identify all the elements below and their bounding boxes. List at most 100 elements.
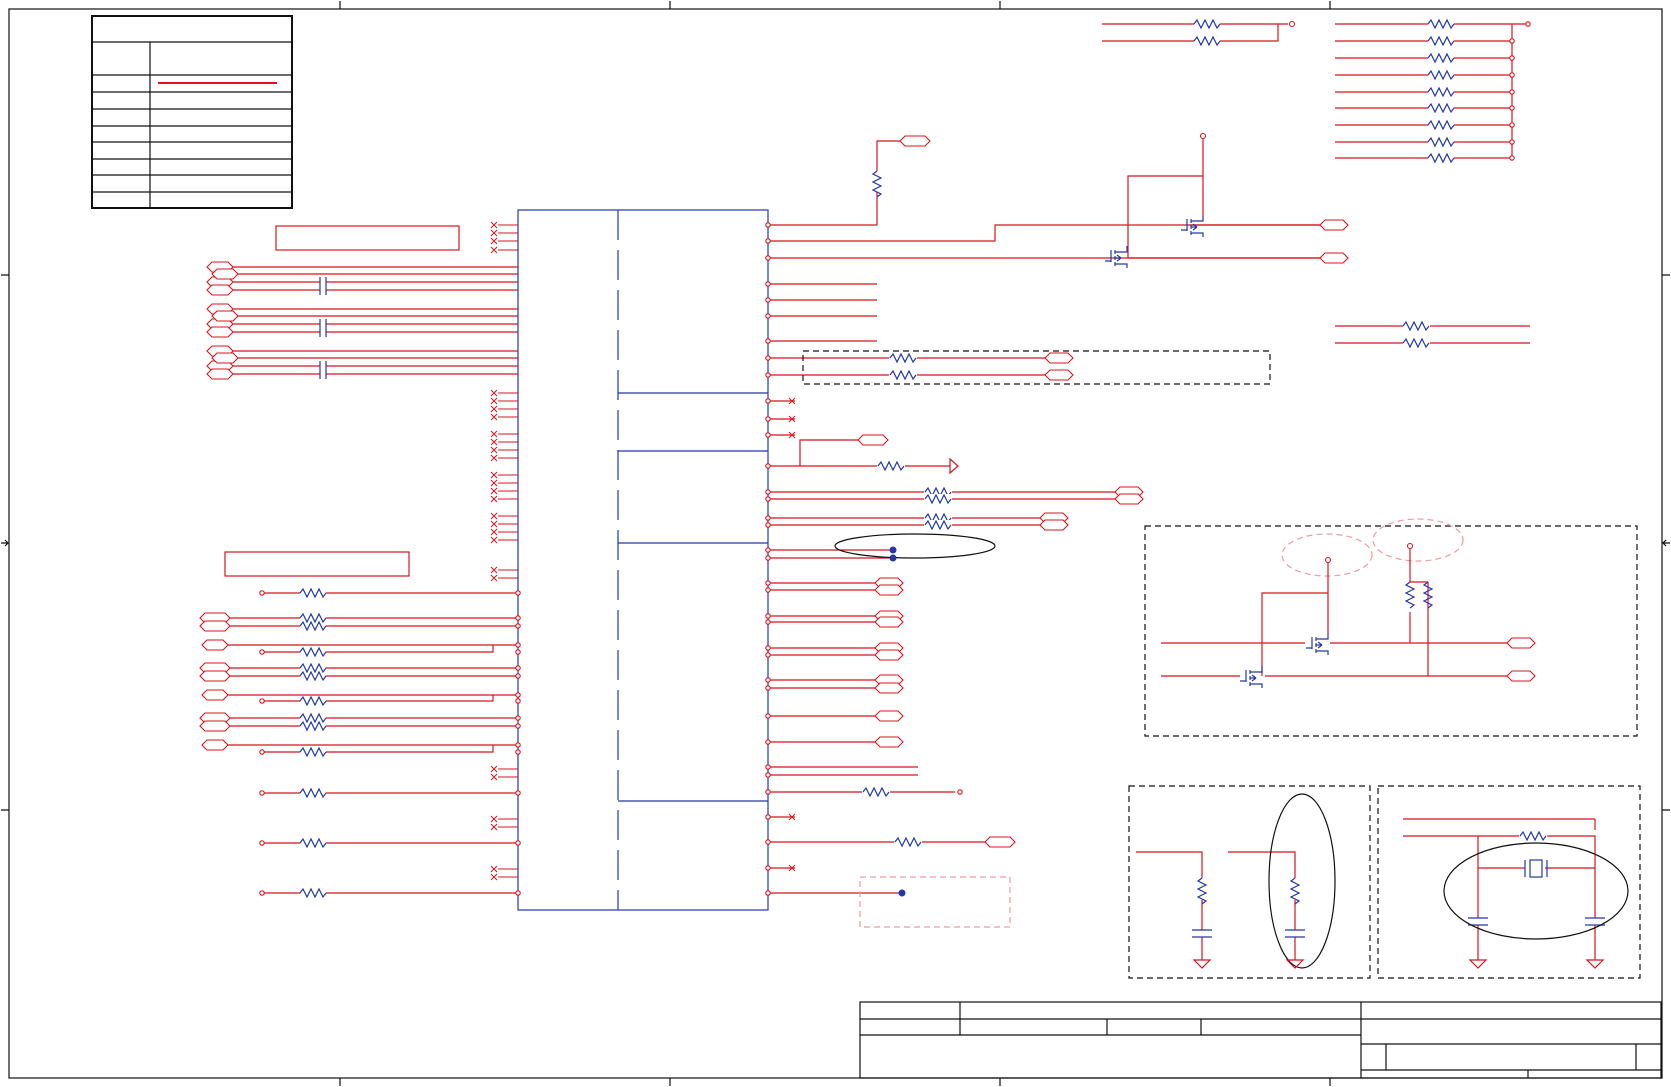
pin-dot (259, 649, 265, 655)
left-ports (199, 590, 265, 896)
pullup-resistor-bank (1335, 18, 1531, 164)
net-port (874, 710, 904, 722)
pin-dot (765, 839, 771, 845)
net-port (874, 584, 904, 596)
resistor-symbol (1193, 18, 1221, 30)
net-port (206, 284, 234, 296)
resistor-symbol (1427, 136, 1455, 148)
net-port (874, 616, 904, 628)
note-box-lower (224, 551, 410, 577)
net-port (199, 620, 231, 632)
resistor-symbol (1427, 52, 1455, 64)
pin-dot (515, 649, 521, 655)
pin-dot (259, 698, 265, 704)
net-port (1044, 352, 1074, 364)
pin-dot (1509, 139, 1515, 145)
pin-dot (765, 238, 771, 244)
main-ic (517, 209, 769, 911)
nc-cross (490, 446, 498, 454)
left-diff-pairs (232, 266, 518, 379)
net-port (199, 720, 231, 732)
net-port (874, 649, 904, 661)
level-shifter-top (1127, 132, 1320, 259)
nc-cross (490, 479, 498, 487)
resistor-symbol (1402, 337, 1430, 349)
revision-table (91, 15, 293, 209)
pin-dot (515, 715, 521, 721)
net-highlight-ellipse (834, 533, 996, 559)
pin-dot (765, 764, 771, 770)
pin-dot (765, 652, 771, 658)
resistor-symbol (299, 670, 327, 682)
pin-dot (957, 789, 963, 795)
pin-dot (765, 398, 771, 404)
pin-dot (515, 742, 521, 748)
nc-cross (490, 823, 498, 831)
right-ports (765, 135, 1144, 896)
pin-dot (765, 814, 771, 820)
net-port (211, 352, 239, 364)
right-nc-stubs (768, 397, 796, 872)
mid-right-resistor-pair (1335, 320, 1530, 349)
resistor-symbol (1193, 35, 1221, 47)
resistor-symbol (299, 746, 327, 758)
pin-dot (765, 338, 771, 344)
pin-dot (765, 255, 771, 261)
resistor-symbol (1404, 581, 1416, 609)
resistor-symbol (299, 712, 327, 724)
left-wire (326, 645, 494, 653)
pin-dot (515, 623, 521, 629)
resistor-symbol (1427, 35, 1455, 47)
resistor-symbol (299, 787, 327, 799)
left-wire (326, 695, 494, 702)
nc-cross (490, 221, 498, 229)
mosfet-top-1 (1181, 215, 1204, 237)
schematic-sheet (1, 1, 1670, 1086)
pin-dot (765, 496, 771, 502)
nc-cross (490, 430, 498, 438)
pin-dot (765, 890, 771, 896)
left-wire (326, 745, 494, 753)
pin-dot (515, 723, 521, 729)
pin-dot (765, 619, 771, 625)
nc-cross (490, 246, 498, 254)
nc-cross (490, 495, 498, 503)
pin-dot (765, 865, 771, 871)
pin-dot (765, 313, 771, 319)
net-port (874, 682, 904, 694)
resistor-symbol (299, 620, 327, 632)
resistor-symbol (299, 837, 327, 849)
pin-dot (259, 749, 265, 755)
net-port (211, 310, 239, 322)
pin-dot (1509, 155, 1515, 161)
resistor-symbol (299, 646, 327, 658)
resistor-symbol (1427, 86, 1455, 98)
net-port (874, 736, 904, 748)
net-port (899, 135, 931, 147)
pin-dot (515, 665, 521, 671)
pin-dot (515, 840, 521, 846)
nc-cross (490, 773, 498, 781)
pin-dot (765, 580, 771, 586)
nc-cross (490, 471, 498, 479)
nc-cross (490, 438, 498, 446)
left-nc-stubs (490, 221, 518, 881)
net-port (206, 368, 234, 380)
pin-dot (1509, 72, 1515, 78)
pin-dot (515, 673, 521, 679)
pin-dot (515, 615, 521, 621)
nc-cross (490, 815, 498, 823)
pin-dot (515, 749, 521, 755)
net-port (199, 670, 231, 682)
title-block (859, 1001, 1662, 1079)
pin-dot (765, 297, 771, 303)
net-port (1044, 369, 1074, 381)
nc-cross (490, 454, 498, 462)
resistor-symbol (1427, 152, 1455, 164)
pin-dot (765, 555, 771, 561)
nc-cross (490, 528, 498, 536)
pin-dot (515, 642, 521, 648)
left-resistor-rows (205, 587, 521, 899)
mosfet-region-2 (1240, 666, 1263, 688)
resistor-symbol (299, 662, 327, 674)
